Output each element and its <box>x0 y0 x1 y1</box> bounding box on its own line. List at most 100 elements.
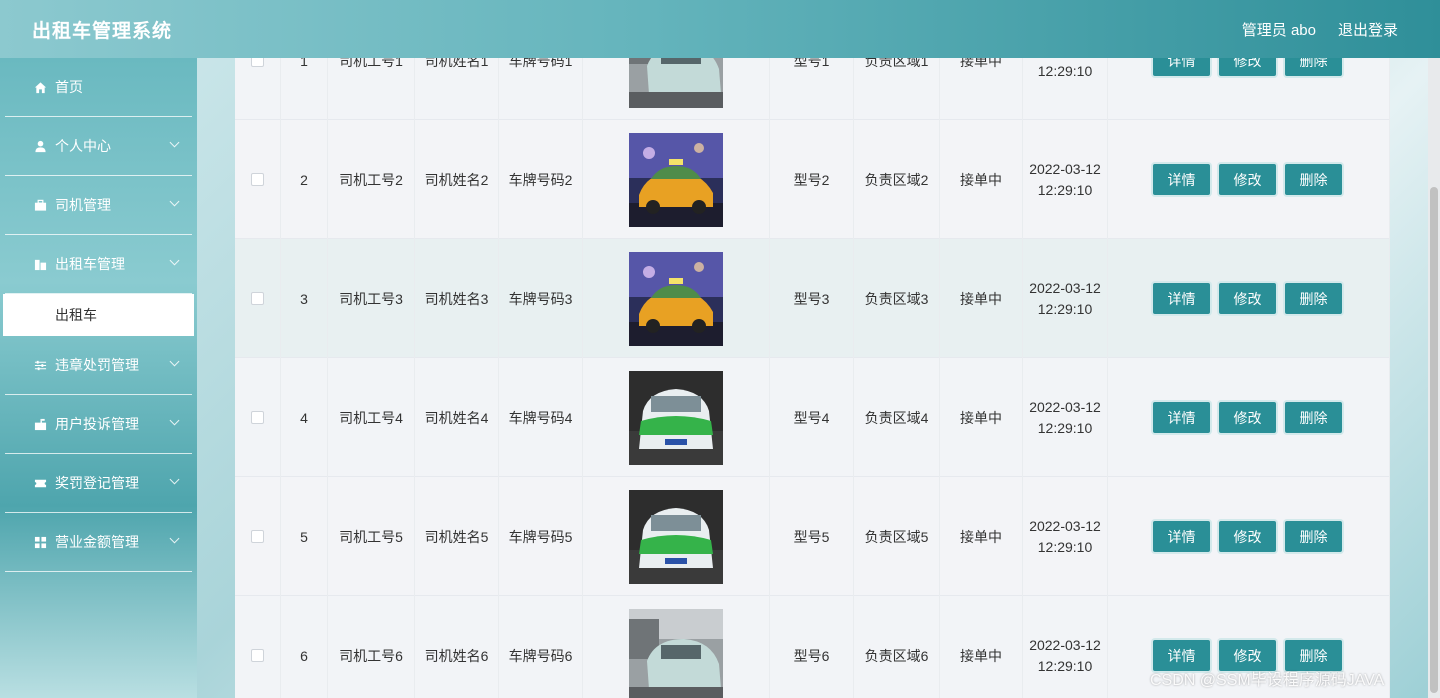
cell-driver-id: 司机工号3 <box>339 290 403 307</box>
taxi-photo <box>629 489 723 584</box>
edit-button[interactable]: 修改 <box>1219 283 1276 314</box>
cell-plate: 车牌号码3 <box>508 290 573 307</box>
table-cell: 接单中 <box>940 58 1023 120</box>
detail-button[interactable]: 详情 <box>1153 164 1210 195</box>
cell-model: 型号1 <box>793 58 830 69</box>
cell-driver-id: 司机工号6 <box>339 647 403 664</box>
detail-button[interactable]: 详情 <box>1153 283 1210 314</box>
cell-time: 2022-03-12 12:29:10 <box>1029 160 1101 198</box>
table-cell: 2 <box>281 120 328 239</box>
cell-plate: 车牌号码4 <box>508 409 573 426</box>
cell-index: 5 <box>300 528 308 545</box>
taxi-photo <box>629 132 723 227</box>
table-cell <box>235 596 281 698</box>
chevron-down-icon <box>169 415 180 426</box>
cell-index: 3 <box>300 290 308 307</box>
sidebar-item-violations[interactable]: 违章处罚管理 <box>5 336 192 395</box>
table-cell <box>583 239 770 358</box>
table-row: 3 司机工号3 司机姓名3 车牌号码3 型号3 负责区域3 接单中 2022-03-12 12… <box>235 239 1390 358</box>
row-checkbox[interactable] <box>251 58 264 67</box>
detail-button[interactable]: 详情 <box>1153 521 1210 552</box>
cell-area: 负责区域2 <box>864 171 929 188</box>
sidebar-item-complaints[interactable]: 用户投诉管理 <box>5 395 192 454</box>
table-cell: 负责区域4 <box>854 358 940 477</box>
table-cell: 负责区域2 <box>854 120 940 239</box>
table-cell: 负责区域1 <box>854 58 940 120</box>
cell-driver-name: 司机姓名3 <box>424 290 489 307</box>
table-row: 1 司机工号1 司机姓名1 车牌号码1 型号1 负责区域1 接单中 2022-03-12 12… <box>235 58 1390 120</box>
table-cell: 型号4 <box>770 358 854 477</box>
chevron-down-icon <box>169 533 180 544</box>
logout-link[interactable]: 退出登录 <box>1338 19 1398 40</box>
chevron-down-icon <box>169 255 180 266</box>
table-cell <box>583 477 770 596</box>
delete-button[interactable]: 删除 <box>1285 58 1342 76</box>
table-cell: 司机工号2 <box>328 120 415 239</box>
cell-model: 型号6 <box>793 647 830 664</box>
cell-index: 1 <box>300 58 308 69</box>
table-cell: 负责区域6 <box>854 596 940 698</box>
briefcase-icon <box>33 198 47 212</box>
cell-driver-id: 司机工号4 <box>339 409 403 426</box>
row-checkbox[interactable] <box>251 649 264 662</box>
delete-button[interactable]: 删除 <box>1285 164 1342 195</box>
table-cell: 2022-03-12 12:29:10 <box>1023 596 1108 698</box>
table-cell: 1 <box>281 58 328 120</box>
sidebar-subitem-taxi[interactable]: 出租车 <box>3 294 194 336</box>
sidebar-item-revenue[interactable]: 营业金额管理 <box>5 513 192 572</box>
sidebar-item-label: 个人中心 <box>55 138 111 154</box>
building-icon <box>33 257 47 271</box>
sidebar-item-label: 奖罚登记管理 <box>55 475 139 491</box>
taxi-photo <box>629 608 723 698</box>
sidebar-item-profile[interactable]: 个人中心 <box>5 117 192 176</box>
cell-time: 2022-03-12 12:29:10 <box>1029 279 1101 317</box>
table-cell: 型号1 <box>770 58 854 120</box>
cell-status: 接单中 <box>960 647 1002 664</box>
edit-button[interactable]: 修改 <box>1219 164 1276 195</box>
table-cell: 车牌号码5 <box>499 477 583 596</box>
sidebar-item-home[interactable]: 首页 <box>5 58 192 117</box>
table-cell: 司机姓名2 <box>415 120 499 239</box>
table-cell <box>235 239 281 358</box>
table-cell: 型号5 <box>770 477 854 596</box>
row-checkbox[interactable] <box>251 530 264 543</box>
sidebar-item-rewards[interactable]: 奖罚登记管理 <box>5 454 192 513</box>
edit-button[interactable]: 修改 <box>1219 402 1276 433</box>
user-icon <box>33 139 47 153</box>
table-cell: 司机工号1 <box>328 58 415 120</box>
cell-index: 6 <box>300 647 308 664</box>
sidebar-item-taxi-management[interactable]: 出租车管理 <box>5 235 192 294</box>
edit-button[interactable]: 修改 <box>1219 521 1276 552</box>
cell-status: 接单中 <box>960 528 1002 545</box>
chevron-down-icon <box>169 196 180 207</box>
delete-button[interactable]: 删除 <box>1285 283 1342 314</box>
detail-button[interactable]: 详情 <box>1153 402 1210 433</box>
detail-button[interactable]: 详情 <box>1153 58 1210 76</box>
table-cell: 司机姓名3 <box>415 239 499 358</box>
header-user-area: 管理员 abo 退出登录 <box>1242 19 1398 40</box>
edit-button[interactable]: 修改 <box>1219 58 1276 76</box>
table-cell: 详情 修改 删除 <box>1108 477 1390 596</box>
taxi-photo <box>629 370 723 465</box>
sidebar-item-drivers[interactable]: 司机管理 <box>5 176 192 235</box>
scrollbar-thumb[interactable] <box>1430 187 1438 693</box>
row-checkbox[interactable] <box>251 292 264 305</box>
delete-button[interactable]: 删除 <box>1285 402 1342 433</box>
row-checkbox[interactable] <box>251 411 264 424</box>
delete-button[interactable]: 删除 <box>1285 521 1342 552</box>
cell-status: 接单中 <box>960 171 1002 188</box>
table-cell: 2022-03-12 12:29:10 <box>1023 58 1108 120</box>
row-checkbox[interactable] <box>251 173 264 186</box>
table-cell: 详情 修改 删除 <box>1108 58 1390 120</box>
sidebar-item-label: 营业金额管理 <box>55 534 139 550</box>
table-cell: 2022-03-12 12:29:10 <box>1023 239 1108 358</box>
cell-index: 4 <box>300 409 308 426</box>
table-cell: 详情 修改 删除 <box>1108 239 1390 358</box>
cell-time: 2022-03-12 12:29:10 <box>1037 62 1093 79</box>
cell-status: 接单中 <box>960 58 1002 69</box>
table-cell <box>235 477 281 596</box>
table-cell <box>583 120 770 239</box>
chevron-down-icon <box>169 474 180 485</box>
table-cell: 2022-03-12 12:29:10 <box>1023 477 1108 596</box>
chevron-down-icon <box>169 137 180 148</box>
